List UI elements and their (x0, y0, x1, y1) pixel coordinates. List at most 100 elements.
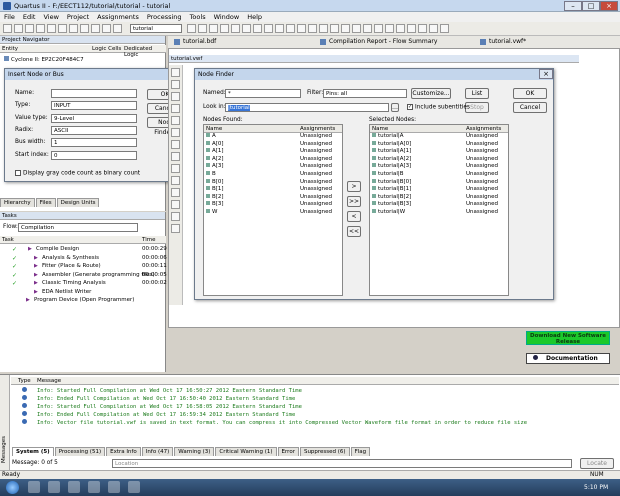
doc-tab[interactable]: Compilation Report - Flow Summary (320, 38, 437, 45)
toolbar-tool-icon[interactable] (297, 24, 306, 33)
taskbar-app-icon[interactable] (28, 481, 40, 493)
toolbar-tool-icon[interactable] (407, 24, 416, 33)
nodes-found-list[interactable]: Name Assignments A Unassigned A[0] Unassigne… (203, 124, 343, 296)
found-col-assign[interactable]: Assignments (300, 126, 335, 132)
col-task[interactable]: Task (2, 237, 14, 243)
toolbar-tool-icon[interactable] (385, 24, 394, 33)
node-row[interactable]: B[1] Unassigned (204, 186, 342, 194)
toolbar-tool-icon[interactable] (198, 24, 207, 33)
task-row[interactable]: ✓ ▶ Fitter (Place & Route) 00:00:11 (0, 263, 167, 272)
toolbar-tool-icon[interactable] (187, 24, 196, 33)
start-button[interactable] (6, 481, 19, 494)
doc-tab[interactable]: tutorial.vwf* (480, 38, 526, 45)
waveform-tool-icon[interactable] (171, 224, 180, 233)
waveform-tool-icon[interactable] (171, 212, 180, 221)
node-row[interactable]: W Unassigned (204, 208, 342, 217)
message-row[interactable]: Info: Vector file tutorial.vwf is saved … (20, 419, 616, 427)
node-row[interactable]: tutorial|B[1] Unassigned (370, 186, 508, 194)
waveform-tool-icon[interactable] (171, 152, 180, 161)
col-entity[interactable]: Entity (2, 46, 18, 52)
play-icon[interactable]: ▶ (34, 280, 38, 286)
lookin-field[interactable]: |tutorial (225, 103, 389, 112)
gray-code-checkbox[interactable]: Display gray code count as binary count (15, 170, 140, 177)
node-row[interactable]: A Unassigned (204, 133, 342, 141)
message-tab[interactable]: System (5) (12, 447, 54, 456)
col-time[interactable]: Time (142, 237, 155, 243)
documentation-button[interactable]: Documentation (526, 353, 610, 364)
nav-tab-hierarchy[interactable]: Hierarchy (0, 198, 35, 207)
message-row[interactable]: Info: Ended Full Compilation at Wed Oct … (20, 411, 616, 419)
toolbar-tool-icon[interactable] (242, 24, 251, 33)
node-row[interactable]: tutorial|B[0] Unassigned (370, 178, 508, 187)
move-button[interactable]: > (347, 181, 361, 192)
doc-tab[interactable]: tutorial.bdf (174, 38, 216, 45)
flow-select[interactable]: Compilation (18, 223, 138, 232)
toolbar-tool-icon[interactable] (253, 24, 262, 33)
message-tab[interactable]: Info (47) (141, 447, 174, 456)
menu-assignments[interactable]: Assignments (93, 12, 143, 22)
toolbar-tool-icon[interactable] (3, 24, 12, 33)
node-row[interactable]: B[3] Unassigned (204, 201, 342, 209)
waveform-tool-icon[interactable] (171, 80, 180, 89)
insert-field-input[interactable]: ASCII (51, 125, 137, 135)
insert-field-input[interactable]: 1 (51, 138, 137, 148)
menu-window[interactable]: Window (210, 12, 244, 22)
node-row[interactable]: A[2] Unassigned (204, 155, 342, 164)
location-field[interactable]: Location (112, 459, 572, 468)
play-icon[interactable]: ▶ (34, 263, 38, 269)
node-row[interactable]: tutorial|B[2] Unassigned (370, 193, 508, 202)
named-field[interactable]: * (225, 89, 301, 98)
waveform-tool-icon[interactable] (171, 140, 180, 149)
waveform-tool-icon[interactable] (171, 176, 180, 185)
selected-col-assign[interactable]: Assignments (466, 126, 501, 132)
task-row[interactable]: ✓ ▶ Analysis & Synthesis 00:00:06 (0, 255, 167, 264)
insert-field-input[interactable]: 0 (51, 150, 137, 160)
menu-edit[interactable]: Edit (19, 12, 40, 22)
waveform-tool-icon[interactable] (171, 164, 180, 173)
message-tab[interactable]: Extra Info (106, 447, 141, 456)
toolbar-tool-icon[interactable] (91, 24, 100, 33)
play-icon[interactable]: ▶ (34, 289, 38, 295)
selected-col-name[interactable]: Name (372, 126, 388, 132)
list-button[interactable]: List (465, 88, 489, 99)
waveform-tool-icon[interactable] (171, 128, 180, 137)
msg-col-type[interactable]: Type (18, 378, 31, 384)
toolbar-tool-icon[interactable] (374, 24, 383, 33)
toolbar-tool-icon[interactable] (429, 24, 438, 33)
move-button[interactable]: < (347, 211, 361, 222)
found-col-name[interactable]: Name (206, 126, 222, 132)
taskbar-app-icon[interactable] (48, 481, 60, 493)
toolbar-tool-icon[interactable] (231, 24, 240, 33)
node-row[interactable]: A[0] Unassigned (204, 140, 342, 149)
toolbar-tool-icon[interactable] (113, 24, 122, 33)
toolbar-tool-icon[interactable] (308, 24, 317, 33)
toolbar-tool-icon[interactable] (418, 24, 427, 33)
close-button[interactable]: × (600, 1, 618, 11)
download-banner[interactable]: Download New Software Release (526, 331, 610, 345)
waveform-tool-icon[interactable] (171, 92, 180, 101)
message-row[interactable]: Info: Started Full Compilation at Wed Oc… (20, 403, 616, 411)
include-subentities-checkbox[interactable]: ✓ Include subentities (407, 104, 470, 111)
toolbar-tool-icon[interactable] (209, 24, 218, 33)
message-tab[interactable]: Suppressed (6) (299, 447, 350, 456)
task-row[interactable]: ✓ ▶ Assembler (Generate programming files)… (0, 272, 167, 281)
finder-ok-button[interactable]: OK (513, 88, 547, 99)
toolbar-tool-icon[interactable] (220, 24, 229, 33)
waveform-tool-icon[interactable] (171, 200, 180, 209)
selected-nodes-list[interactable]: Name Assignments tutorial|A Unassigned tuto… (369, 124, 509, 296)
message-tab[interactable]: Warning (3) (174, 447, 215, 456)
node-row[interactable]: B[0] Unassigned (204, 178, 342, 187)
menu-file[interactable]: File (0, 12, 19, 22)
toolbar-tool-icon[interactable] (341, 24, 350, 33)
menu-view[interactable]: View (39, 12, 62, 22)
toolbar-tool-icon[interactable] (14, 24, 23, 33)
taskbar-app-icon[interactable] (108, 481, 120, 493)
nav-tab-design-units[interactable]: Design Units (56, 198, 100, 207)
toolbar-tool-icon[interactable] (352, 24, 361, 33)
minimize-button[interactable]: – (564, 1, 582, 11)
play-icon[interactable]: ▶ (28, 246, 32, 252)
play-icon[interactable]: ▶ (26, 297, 30, 303)
browse-button[interactable]: … (391, 103, 399, 112)
node-row[interactable]: tutorial|B Unassigned (370, 170, 508, 179)
node-row[interactable]: B Unassigned (204, 170, 342, 179)
